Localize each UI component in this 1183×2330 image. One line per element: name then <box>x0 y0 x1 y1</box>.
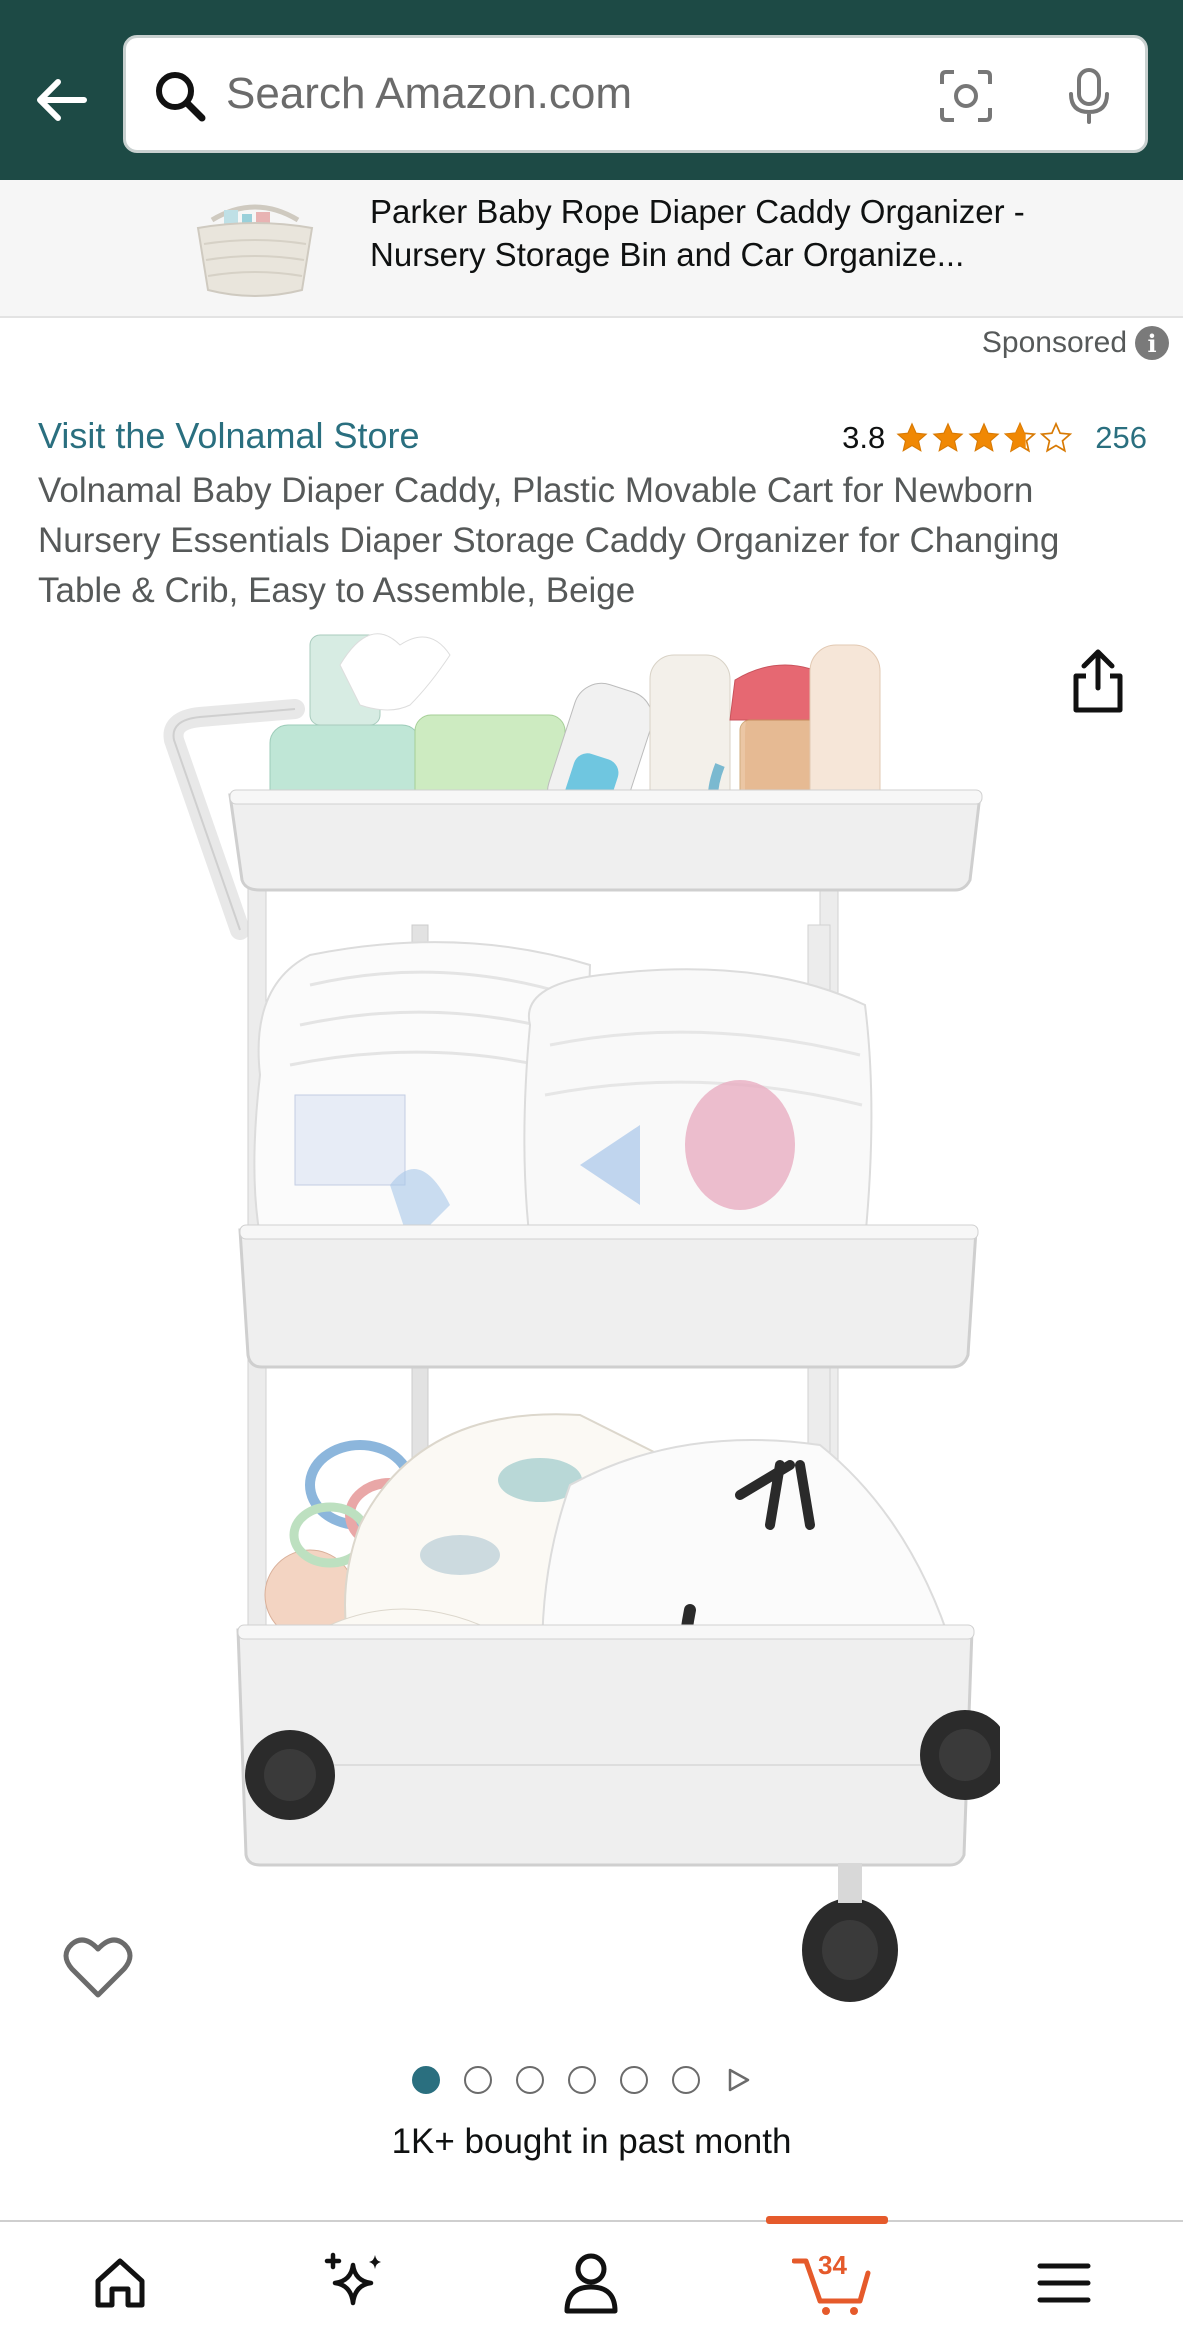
share-icon[interactable] <box>1070 648 1126 714</box>
rating-summary[interactable]: 3.8 256 <box>842 420 1147 456</box>
star-partial-icon <box>1004 421 1037 453</box>
banner-product-image <box>190 198 320 302</box>
product-title: Volnamal Baby Diaper Caddy, Plastic Mova… <box>38 471 1060 610</box>
sparkle-ai-icon[interactable] <box>313 2248 393 2318</box>
home-icon[interactable] <box>80 2248 160 2318</box>
product-image[interactable] <box>160 625 1010 2010</box>
info-icon[interactable]: i <box>1135 326 1169 360</box>
sponsored-text: Sponsored <box>981 326 1127 359</box>
top-bar <box>0 0 1183 180</box>
search-input[interactable] <box>226 56 1006 132</box>
cart-count-badge: 34 <box>818 2250 847 2280</box>
menu-icon[interactable] <box>1024 2248 1104 2318</box>
banner-product-title: Parker Baby Rope Diaper Caddy Organizer … <box>370 193 1025 273</box>
heart-icon[interactable] <box>62 1935 134 2001</box>
star-empty-icon <box>1040 421 1073 453</box>
carousel-dot-2[interactable] <box>464 2066 492 2094</box>
image-carousel-indicator <box>412 2066 752 2094</box>
cart-active-indicator <box>766 2216 888 2224</box>
sponsored-label[interactable]: Sponsored i <box>982 326 1169 360</box>
search-bar[interactable] <box>123 35 1148 153</box>
carousel-dot-6[interactable] <box>672 2066 700 2094</box>
bottom-navigation: 34 <box>0 2216 1183 2330</box>
account-icon[interactable] <box>551 2248 631 2318</box>
star-full-icon <box>896 422 928 452</box>
microphone-icon[interactable] <box>1061 66 1117 126</box>
rating-value: 3.8 <box>842 420 886 455</box>
camera-lens-icon[interactable] <box>938 68 994 124</box>
search-icon <box>152 68 208 124</box>
sponsored-product-banner[interactable]: Parker Baby Rope Diaper Caddy Organizer … <box>0 180 1183 318</box>
carousel-dot-4[interactable] <box>568 2066 596 2094</box>
back-arrow-icon[interactable] <box>30 68 94 132</box>
play-video-icon[interactable] <box>724 2066 752 2094</box>
carousel-dot-5[interactable] <box>620 2066 648 2094</box>
bought-in-past-month: 1K+ bought in past month <box>391 2122 792 2161</box>
star-rating <box>895 421 1073 455</box>
visit-store-link[interactable]: Visit the Volnamal Store <box>38 415 420 457</box>
carousel-dot-3[interactable] <box>516 2066 544 2094</box>
carousel-dot-1[interactable] <box>412 2066 440 2094</box>
star-full-icon <box>932 422 964 452</box>
star-full-icon <box>968 422 1000 452</box>
rating-count-link[interactable]: 256 <box>1095 420 1147 456</box>
